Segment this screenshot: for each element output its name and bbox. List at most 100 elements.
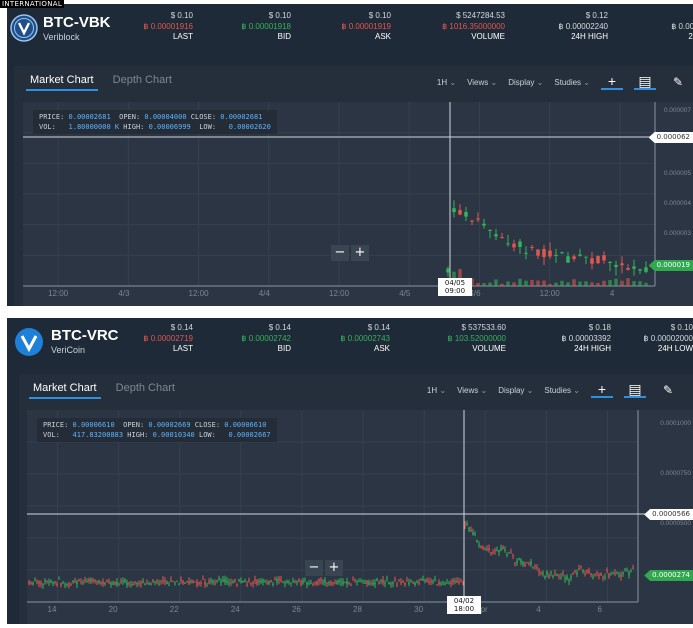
candle-body bbox=[268, 580, 270, 584]
candle-body bbox=[614, 572, 616, 574]
display-dropdown[interactable]: Display bbox=[498, 386, 533, 395]
pencil-icon[interactable]: ✎ bbox=[667, 75, 689, 89]
zoom-out-button[interactable]: − bbox=[305, 560, 323, 576]
pencil-icon[interactable]: ✎ bbox=[657, 383, 679, 397]
candle-body bbox=[196, 582, 198, 586]
candle-body bbox=[458, 210, 462, 215]
candle-body bbox=[200, 582, 202, 584]
y-tick-label: 0.0000500 bbox=[660, 520, 691, 527]
candle-body bbox=[400, 581, 402, 583]
tab-depth-chart[interactable]: Depth Chart bbox=[109, 74, 176, 89]
candle-body bbox=[100, 582, 102, 584]
candle-body bbox=[240, 580, 242, 583]
ohlc-open: 0.00004000 bbox=[144, 113, 187, 121]
candle-body bbox=[230, 582, 232, 584]
stat-label: BID bbox=[277, 344, 291, 353]
stat-label: VOLUME bbox=[472, 344, 506, 353]
candle-body bbox=[284, 582, 286, 584]
stat-usd: $ 0.10 bbox=[268, 11, 291, 20]
candle-body bbox=[260, 580, 262, 584]
views-dropdown[interactable]: Views bbox=[457, 386, 487, 395]
candle-body bbox=[38, 581, 40, 585]
candle-body bbox=[488, 229, 492, 231]
y-tick-label: 0.0001000 bbox=[660, 420, 691, 427]
candle-body bbox=[616, 571, 618, 573]
candle-body bbox=[320, 578, 322, 581]
zoom-out-button[interactable]: − bbox=[331, 245, 349, 261]
interval-dropdown[interactable]: 1H bbox=[437, 78, 456, 87]
candle-body bbox=[396, 584, 398, 586]
stat-24h-high: $ 0.18 ฿ 0.00003392 24H HIGH bbox=[561, 323, 611, 355]
candle-body bbox=[96, 582, 98, 584]
candle-body bbox=[558, 575, 560, 577]
candle-body bbox=[186, 581, 188, 583]
candle-body bbox=[78, 580, 80, 582]
chat-box-icon[interactable]: ▤ bbox=[624, 382, 646, 398]
candle-body bbox=[610, 574, 612, 576]
candle-body bbox=[530, 246, 534, 248]
stat-label: 24H HIGH bbox=[571, 32, 608, 41]
x-tick-label: 24 bbox=[230, 605, 240, 614]
candle-body bbox=[452, 208, 456, 213]
display-dropdown[interactable]: Display bbox=[508, 78, 543, 87]
candle-body bbox=[394, 579, 396, 581]
market-panel-vbk: BTC-VBK Veriblock $ 0.10 ฿ 0.00001916 LAST… bbox=[7, 4, 693, 306]
candle-body bbox=[80, 581, 82, 583]
volume-bar bbox=[608, 280, 612, 286]
candle-body bbox=[66, 583, 68, 585]
volume-bar bbox=[476, 282, 480, 286]
candle-body bbox=[568, 580, 570, 582]
volume-bar bbox=[494, 279, 498, 286]
candle-body bbox=[474, 533, 476, 535]
zoom-in-button[interactable]: + bbox=[351, 245, 369, 261]
candle-body bbox=[604, 576, 606, 578]
stat-label: ASK bbox=[373, 344, 390, 353]
interval-dropdown[interactable]: 1H bbox=[427, 386, 446, 395]
stat-btc: ฿ 0.00003392 bbox=[561, 333, 611, 343]
last-price-tag: 0.0000274 bbox=[644, 570, 693, 581]
stat-usd: $ 0.14 bbox=[170, 323, 193, 332]
price-chart[interactable]: PRICE: 0.00002681 OPEN: 0.00004000 CLOSE… bbox=[23, 102, 693, 306]
candle-body bbox=[92, 579, 94, 581]
tab-market-chart[interactable]: Market Chart bbox=[26, 74, 98, 91]
studies-dropdown[interactable]: Studies bbox=[544, 386, 580, 395]
candle-body bbox=[512, 243, 516, 248]
crosshair-plus-icon[interactable]: + bbox=[601, 74, 623, 90]
candle-body bbox=[624, 568, 626, 570]
x-tick-label: 6 bbox=[597, 605, 602, 614]
zoom-in-button[interactable]: + bbox=[325, 560, 343, 576]
candle-body bbox=[324, 579, 326, 583]
ohlc-price: 0.00006610 bbox=[72, 421, 115, 429]
candle-body bbox=[134, 581, 136, 583]
chat-box-icon[interactable]: ▤ bbox=[634, 74, 656, 90]
stat-usd: $ 5247284.53 bbox=[456, 11, 505, 20]
candle-body bbox=[232, 581, 234, 584]
stat-usd: $ 0.10 bbox=[670, 323, 693, 332]
candle-body bbox=[236, 583, 238, 585]
views-dropdown[interactable]: Views bbox=[467, 78, 497, 87]
candle-body bbox=[542, 572, 544, 575]
candle-body bbox=[494, 234, 498, 237]
candle-body bbox=[58, 578, 60, 580]
candle-body bbox=[536, 566, 538, 568]
candle-body bbox=[620, 574, 622, 577]
candle-body bbox=[560, 252, 564, 254]
crosshair-plus-icon[interactable]: + bbox=[591, 382, 613, 398]
candle-body bbox=[180, 579, 182, 581]
candle-body bbox=[104, 582, 106, 585]
tab-depth-chart[interactable]: Depth Chart bbox=[112, 382, 179, 397]
studies-dropdown[interactable]: Studies bbox=[554, 78, 590, 87]
candle-body bbox=[276, 579, 278, 582]
candle-body bbox=[526, 562, 528, 564]
candle-body bbox=[298, 580, 300, 582]
candle-body bbox=[332, 582, 334, 584]
candle-body bbox=[46, 580, 48, 582]
candle-body bbox=[472, 532, 474, 536]
stat-bid: $ 0.10 ฿ 0.00001918 BID bbox=[241, 11, 291, 43]
candle-body bbox=[600, 573, 602, 576]
tab-market-chart[interactable]: Market Chart bbox=[29, 382, 101, 399]
candle-body bbox=[570, 576, 572, 579]
price-chart[interactable]: PRICE: 0.00006610 OPEN: 0.00002669 CLOSE… bbox=[27, 410, 693, 624]
candle-body bbox=[244, 580, 246, 582]
candle-body bbox=[588, 570, 590, 574]
